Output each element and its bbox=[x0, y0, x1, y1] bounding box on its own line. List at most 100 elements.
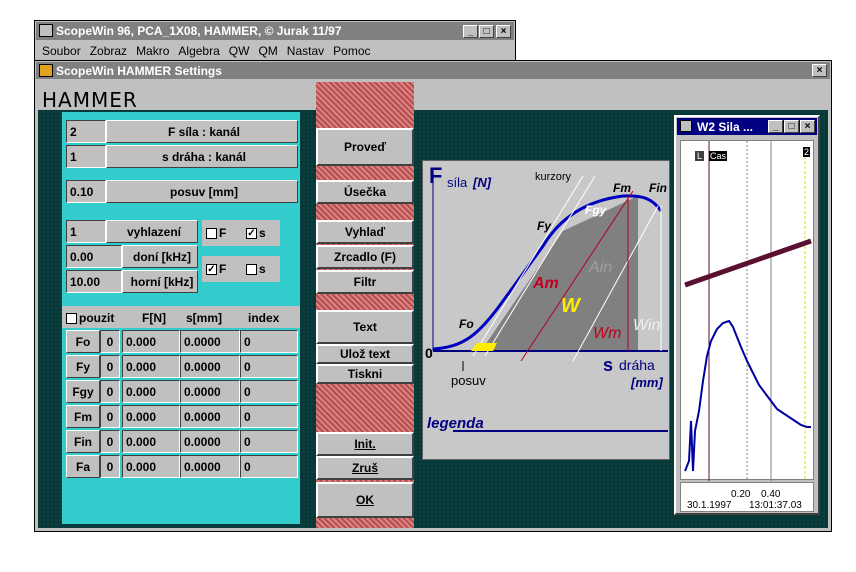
w2-cursor-num: 2 bbox=[803, 147, 811, 157]
zrcadlo-button[interactable]: Zrcadlo (F) bbox=[316, 245, 414, 269]
header-path: s[mm] bbox=[186, 311, 223, 325]
row-path-value[interactable]: 0.0000 bbox=[180, 430, 240, 453]
force-label: síla bbox=[447, 175, 468, 190]
row-flag[interactable]: 0 bbox=[100, 455, 120, 478]
row-index-value[interactable]: 0 bbox=[240, 455, 298, 478]
menu-qm[interactable]: QM bbox=[258, 44, 277, 58]
low-freq-label: doní [kHz] bbox=[122, 245, 198, 268]
checkbox-f-1[interactable]: F bbox=[206, 226, 226, 240]
row-path-value[interactable]: 0.0000 bbox=[180, 330, 240, 353]
header-force: F[N] bbox=[142, 311, 166, 325]
checkbox-f-2[interactable]: ✓ F bbox=[206, 262, 226, 276]
menu-pomoc[interactable]: Pomoc bbox=[333, 44, 370, 58]
row-path-value[interactable]: 0.0000 bbox=[180, 355, 240, 378]
row-index-value[interactable]: 0 bbox=[240, 355, 298, 378]
init-button[interactable]: Init. bbox=[316, 432, 414, 456]
menu-soubor[interactable]: Soubor bbox=[42, 44, 81, 58]
checkbox-s-2[interactable]: s bbox=[246, 262, 266, 276]
force-symbol: F bbox=[429, 163, 443, 188]
w2-maximize-button[interactable]: □ bbox=[784, 120, 799, 133]
row-flag[interactable]: 0 bbox=[100, 380, 120, 403]
high-freq-value[interactable]: 10.00 bbox=[66, 270, 122, 293]
checkbox-box-checked[interactable]: ✓ bbox=[246, 228, 257, 240]
row-name-button[interactable]: Fy bbox=[66, 355, 100, 378]
w2-close-button[interactable]: × bbox=[800, 120, 815, 133]
use-checkbox[interactable]: pouzit bbox=[66, 311, 114, 325]
maximize-button[interactable]: □ bbox=[479, 25, 494, 38]
menu-nastav[interactable]: Nastav bbox=[287, 44, 324, 58]
checkbox-s-1[interactable]: ✓ s bbox=[246, 226, 266, 240]
zrus-button[interactable]: Zruš bbox=[316, 456, 414, 480]
app-title: ScopeWin 96, PCA_1X08, HAMMER, © Jurak 1… bbox=[56, 24, 342, 38]
force-channel-value[interactable]: 2 bbox=[66, 120, 106, 143]
dialog-titlebar: ScopeWin HAMMER Settings × bbox=[36, 62, 830, 79]
row-flag[interactable]: 0 bbox=[100, 330, 120, 353]
fy-label: Fy bbox=[537, 219, 552, 233]
menu-zobraz[interactable]: Zobraz bbox=[90, 44, 127, 58]
checkbox-box[interactable] bbox=[246, 264, 257, 276]
high-freq-label: horní [kHz] bbox=[122, 270, 198, 293]
row-name-button[interactable]: Fa bbox=[66, 455, 100, 478]
checkbox-box[interactable] bbox=[66, 313, 77, 325]
posuv-label: posuv [mm] bbox=[106, 180, 298, 203]
row-name-button[interactable]: Fm bbox=[66, 405, 100, 428]
w2-axis: 0.20 0.40 30.1.1997 13:01:37.03 bbox=[680, 482, 814, 512]
row-force-value[interactable]: 0.000 bbox=[122, 430, 180, 453]
dialog-close-button[interactable]: × bbox=[812, 64, 827, 77]
row-flag[interactable]: 0 bbox=[100, 405, 120, 428]
win-label: Win bbox=[633, 317, 661, 334]
fo-label: Fo bbox=[459, 317, 474, 331]
close-button[interactable]: × bbox=[496, 25, 511, 38]
text-button[interactable]: Text bbox=[316, 310, 414, 344]
ok-button[interactable]: OK bbox=[316, 482, 414, 518]
tiskni-button[interactable]: Tiskni bbox=[316, 364, 414, 384]
app-icon bbox=[39, 24, 53, 37]
posuv-value[interactable]: 0.10 bbox=[66, 180, 106, 203]
row-name-button[interactable]: Fin bbox=[66, 430, 100, 453]
row-path-value[interactable]: 0.0000 bbox=[180, 405, 240, 428]
row-index-value[interactable]: 0 bbox=[240, 380, 298, 403]
usecka-button[interactable]: Úsečka bbox=[316, 180, 414, 204]
checkbox-box[interactable] bbox=[206, 228, 217, 240]
row-index-value[interactable]: 0 bbox=[240, 330, 298, 353]
w2-minimize-button[interactable]: _ bbox=[768, 120, 783, 133]
row-flag[interactable]: 0 bbox=[100, 430, 120, 453]
w2-cas-label: Cas bbox=[709, 151, 728, 161]
smooth-value[interactable]: 1 bbox=[66, 220, 106, 243]
proved-button[interactable]: Proveď bbox=[316, 128, 414, 166]
path-symbol: s bbox=[603, 355, 614, 375]
path-unit: [mm] bbox=[631, 375, 663, 390]
row-name-button[interactable]: Fgy bbox=[66, 380, 100, 403]
row-path-value[interactable]: 0.0000 bbox=[180, 455, 240, 478]
am-label: Am bbox=[533, 275, 559, 292]
fin-label: Fin bbox=[649, 181, 667, 195]
hammer-diagram: F síla [N] kurzory Fm Fin Fy Fgy Ain Am … bbox=[422, 160, 670, 460]
w2-title: W2 Sila ... bbox=[697, 119, 754, 134]
fm-label: Fm bbox=[613, 181, 631, 195]
menu-algebra[interactable]: Algebra bbox=[178, 44, 219, 58]
uloz-text-button[interactable]: Ulož text bbox=[316, 344, 414, 364]
minimize-button[interactable]: _ bbox=[463, 25, 478, 38]
fgy-label: Fgy bbox=[585, 203, 607, 217]
menu-makro[interactable]: Makro bbox=[136, 44, 169, 58]
row-force-value[interactable]: 0.000 bbox=[122, 330, 180, 353]
vyhlad-button[interactable]: Vyhlaď bbox=[316, 220, 414, 244]
path-channel-value[interactable]: 1 bbox=[66, 145, 106, 168]
filtr-button[interactable]: Filtr bbox=[316, 270, 414, 294]
row-flag[interactable]: 0 bbox=[100, 355, 120, 378]
path-label: dráha bbox=[619, 357, 655, 373]
legend-label: legenda bbox=[427, 415, 484, 432]
row-force-value[interactable]: 0.000 bbox=[122, 455, 180, 478]
row-index-value[interactable]: 0 bbox=[240, 430, 298, 453]
checkbox-box-checked[interactable]: ✓ bbox=[206, 264, 217, 276]
row-force-value[interactable]: 0.000 bbox=[122, 405, 180, 428]
row-index-value[interactable]: 0 bbox=[240, 405, 298, 428]
menu-qw[interactable]: QW bbox=[229, 44, 250, 58]
dialog-icon bbox=[39, 64, 53, 77]
row-path-value[interactable]: 0.0000 bbox=[180, 380, 240, 403]
smooth-label[interactable]: vyhlazení bbox=[106, 220, 198, 243]
row-force-value[interactable]: 0.000 bbox=[122, 355, 180, 378]
low-freq-value[interactable]: 0.00 bbox=[66, 245, 122, 268]
row-name-button[interactable]: Fo bbox=[66, 330, 100, 353]
row-force-value[interactable]: 0.000 bbox=[122, 380, 180, 403]
